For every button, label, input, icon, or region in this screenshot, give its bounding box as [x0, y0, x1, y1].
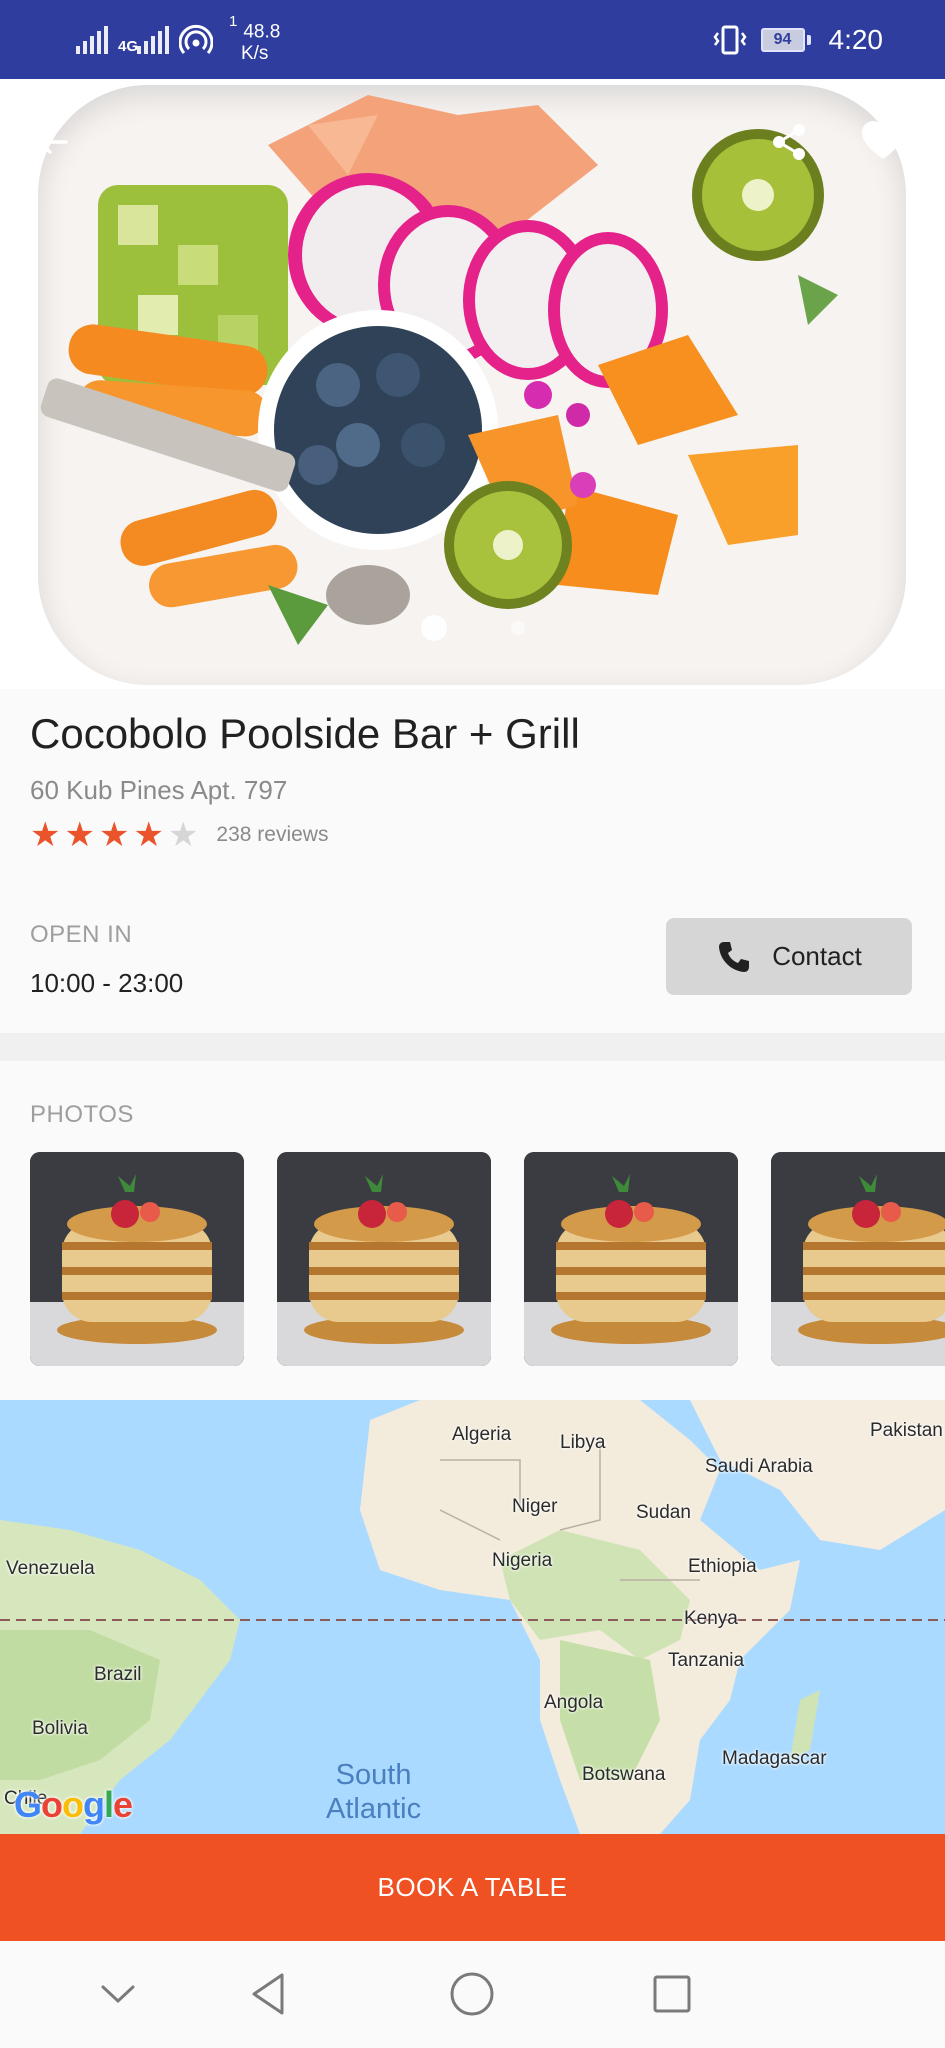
back-arrow-icon[interactable] — [30, 119, 76, 165]
fruit-illustration — [40, 95, 838, 645]
hours-value: 10:00 - 23:00 — [30, 968, 184, 998]
map-label-sudan: Sudan — [636, 1502, 691, 1523]
book-table-button[interactable]: BOOK A TABLE — [0, 1834, 945, 1941]
restaurant-address: 60 Kub Pines Apt. 797 — [30, 775, 288, 805]
system-nav-bar — [0, 1941, 945, 2048]
review-count[interactable]: 238 reviews — [216, 823, 328, 847]
carousel-dots — [0, 615, 945, 641]
star-filled-icon: ★ — [98, 816, 130, 854]
star-filled-icon: ★ — [133, 816, 164, 854]
contact-label: Contact — [772, 941, 862, 971]
rating: ★ ★ ★ ★ ★ 238 reviews — [30, 818, 328, 852]
map-label-angola: Angola — [544, 1692, 604, 1713]
star-filled-icon: ★ — [30, 816, 61, 854]
restaurant-name: Cocobolo Poolside Bar + Grill — [30, 710, 580, 757]
back-triangle-icon[interactable] — [246, 1969, 296, 2019]
chevron-down-icon[interactable] — [93, 1969, 143, 2019]
map-label-venezuela: Venezuela — [6, 1558, 95, 1579]
map-label-niger: Niger — [512, 1496, 558, 1517]
network-speed: 1 48.8 K/s — [229, 12, 281, 65]
map-label-algeria: Algeria — [452, 1424, 512, 1445]
map-label-botswana: Botswana — [582, 1764, 666, 1785]
hero-image[interactable] — [0, 79, 945, 689]
carousel-dot-active[interactable] — [420, 615, 447, 641]
hotspot-icon — [179, 24, 214, 54]
hotspot-count: 1 — [229, 12, 238, 30]
map-label-kenya: Kenya — [684, 1608, 738, 1629]
status-bar: 4G 1 48.8 K/s 94 4:20 — [0, 0, 945, 79]
speed-value: 48.8 — [243, 21, 281, 43]
share-icon[interactable] — [766, 119, 812, 165]
vibrate-icon — [712, 25, 747, 55]
photo-gallery[interactable] — [30, 1152, 945, 1366]
photo-thumbnail[interactable] — [277, 1152, 491, 1366]
map-label-ocean: South Atlantic — [326, 1759, 422, 1825]
hours-label: OPEN IN — [30, 921, 133, 948]
signal-2-icon — [137, 26, 170, 54]
star-empty-icon: ★ — [167, 816, 199, 854]
carousel-dot[interactable] — [510, 621, 525, 635]
status-left: 4G 1 48.8 K/s — [76, 12, 281, 65]
google-logo: Google — [14, 1784, 133, 1825]
contact-button[interactable]: Contact — [666, 918, 912, 995]
home-circle-icon[interactable] — [447, 1969, 497, 2019]
section-divider — [0, 1033, 945, 1061]
phone-icon — [719, 941, 750, 972]
map-label-brazil: Brazil — [94, 1664, 142, 1685]
battery-level: 94 — [760, 28, 805, 52]
photo-thumbnail[interactable] — [771, 1152, 945, 1366]
fruit-plate-image — [38, 85, 906, 685]
photo-thumbnail[interactable] — [524, 1152, 738, 1366]
network-type: 4G — [118, 38, 139, 55]
map-label-nigeria: Nigeria — [492, 1550, 553, 1571]
star-filled-icon: ★ — [64, 816, 95, 854]
photo-thumbnail[interactable] — [30, 1152, 244, 1366]
location-map[interactable]: Algeria Libya Pakistan Saudi Arabia Nige… — [0, 1400, 945, 1834]
map-label-libya: Libya — [560, 1432, 606, 1453]
recents-square-icon[interactable] — [647, 1969, 697, 2019]
map-label-pakistan: Pakistan — [870, 1420, 943, 1441]
signal-icon — [76, 26, 108, 54]
map-label-tanzania: Tanzania — [668, 1650, 745, 1671]
status-right: 94 4:20 — [712, 20, 884, 60]
photos-label: PHOTOS — [30, 1101, 134, 1128]
map-label-madagascar: Madagascar — [722, 1748, 827, 1769]
map-label-saudi-arabia: Saudi Arabia — [705, 1456, 813, 1477]
clock: 4:20 — [828, 24, 884, 55]
battery-icon: 94 — [760, 28, 811, 52]
map-label-ethiopia: Ethiopia — [688, 1556, 757, 1577]
speed-unit: K/s — [240, 43, 269, 65]
rating-stars: ★ ★ ★ ★ ★ — [30, 818, 198, 852]
heart-icon[interactable] — [860, 119, 906, 165]
map-label-bolivia: Bolivia — [32, 1718, 88, 1739]
